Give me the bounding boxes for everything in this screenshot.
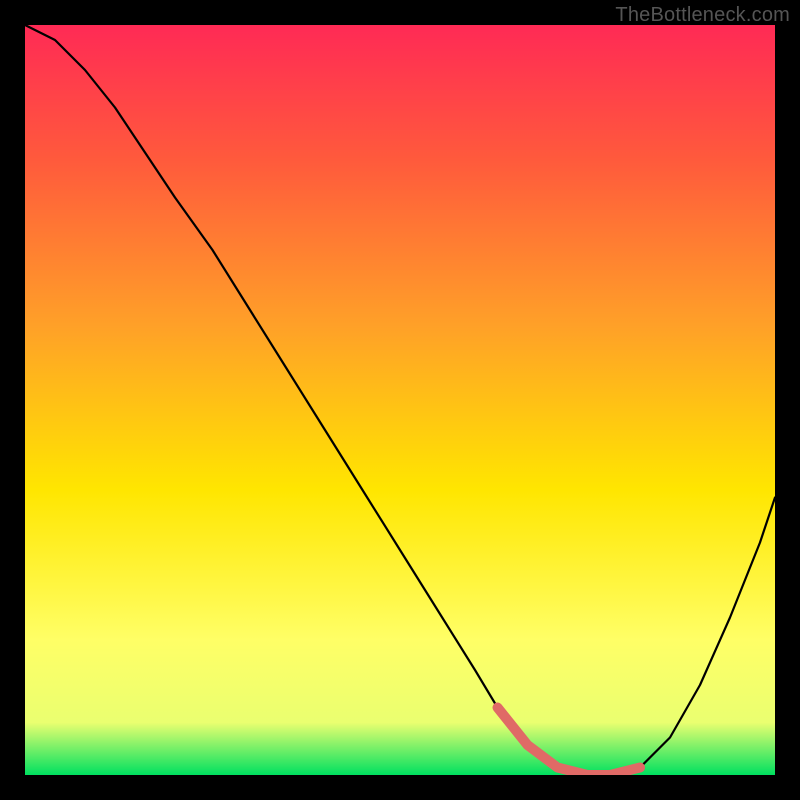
gradient-background (25, 25, 775, 775)
bottleneck-chart (25, 25, 775, 775)
watermark-text: TheBottleneck.com (615, 4, 790, 27)
plot-area (25, 25, 775, 775)
